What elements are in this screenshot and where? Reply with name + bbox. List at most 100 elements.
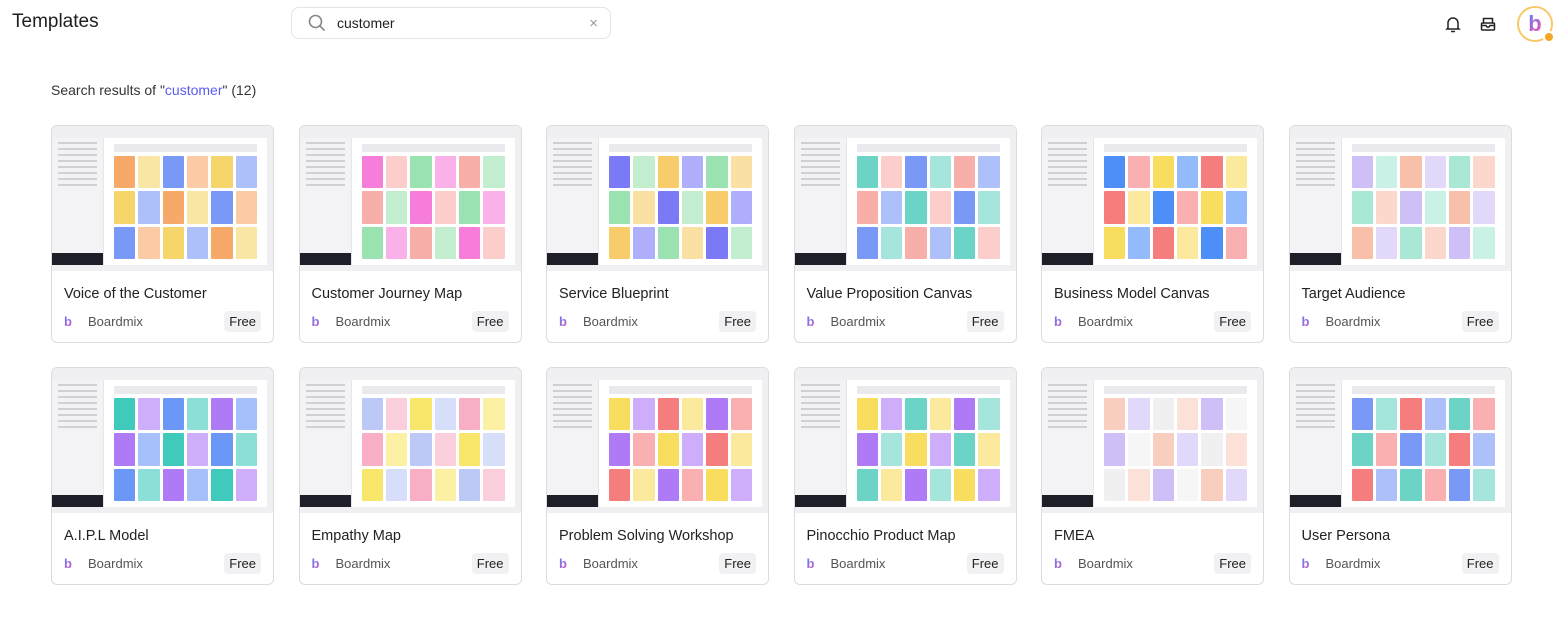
thumbnail-note [1448,156,1471,189]
template-card[interactable]: Value Proposition Canvas b Boardmix Free [793,125,1017,343]
boardmix-logo-icon: b [807,314,821,329]
template-card[interactable]: FMEA b Boardmix Free [1041,367,1264,585]
bell-icon[interactable] [1443,14,1463,34]
thumbnail-note [1177,398,1199,431]
thumbnail-note [905,191,927,224]
thumbnail-note [1225,433,1247,466]
thumbnail-note [235,468,257,501]
thumbnail-note [138,191,160,224]
search-box[interactable]: × [291,7,611,39]
thumbnail-note [1375,226,1398,259]
template-author: Boardmix [1078,556,1133,571]
search-input[interactable] [337,15,590,31]
price-badge: Free [471,553,509,574]
thumbnail-note [880,468,903,501]
thumbnail-note [1152,433,1174,466]
template-thumbnail [1042,126,1263,271]
thumbnail-note [1225,226,1247,259]
template-card[interactable]: Service Blueprint b Boardmix Free [546,125,769,343]
template-name: Problem Solving Workshop [559,528,734,544]
results-count: " (12) [222,82,257,98]
template-name: A.I.P.L Model [64,528,149,544]
boardmix-logo-icon: b [1302,314,1316,329]
thumbnail-note [953,191,976,224]
template-thumbnail [547,126,768,271]
template-card[interactable]: Voice of the Customer b Boardmix Free [51,125,274,343]
price-badge: Free [719,553,756,574]
thumbnail-note [633,226,655,259]
thumbnail-note [657,156,679,189]
template-author: Boardmix [88,556,143,571]
thumbnail-note [434,191,456,224]
thumbnail-note [162,433,184,466]
thumbnail-note [211,226,233,259]
results-query: customer [164,82,223,98]
price-badge: Free [1214,311,1251,332]
thumbnail-note [1201,468,1223,501]
thumbnail-note [483,226,505,259]
inbox-icon[interactable] [1478,14,1498,34]
thumbnail-note [138,468,160,501]
search-results-label: Search results of "customer" (12) [51,82,256,98]
thumbnail-note [361,398,383,431]
thumbnail-note [187,156,209,189]
thumbnail-note [1104,468,1126,501]
thumbnail-note [1400,468,1422,501]
thumbnail-note [953,156,976,189]
thumbnail-note [434,433,456,466]
thumbnail-note [706,226,728,259]
template-card[interactable]: Empathy Map b Boardmix Free [298,367,522,585]
template-card[interactable]: Customer Journey Map b Boardmix Free [298,125,522,343]
thumbnail-note [978,226,1000,259]
thumbnail-note [1201,156,1223,189]
thumbnail-note [657,226,679,259]
thumbnail-note [483,156,505,189]
thumbnail-note [1128,433,1150,466]
user-avatar[interactable]: b [1517,6,1555,43]
thumbnail-note [1351,398,1373,431]
template-card[interactable]: Target Audience b Boardmix Free [1288,125,1512,343]
clear-search-icon[interactable]: × [589,15,598,32]
template-card[interactable]: A.I.P.L Model b Boardmix Free [51,367,274,585]
thumbnail-note [114,398,136,431]
thumbnail-note [483,398,505,431]
template-author: Boardmix [830,556,886,571]
thumbnail-note [706,191,728,224]
thumbnail-note [458,191,481,224]
thumbnail-note [235,156,257,189]
thumbnail-note [211,468,233,501]
thumbnail-note [1177,468,1199,501]
template-card[interactable]: Problem Solving Workshop b Boardmix Free [546,367,769,585]
thumbnail-note [929,226,951,259]
thumbnail-note [905,398,927,431]
price-badge: Free [471,311,509,332]
template-card[interactable]: Pinocchio Product Map b Boardmix Free [793,367,1017,585]
thumbnail-note [458,156,481,189]
boardmix-logo-icon: b [312,556,326,571]
template-grid: Voice of the Customer b Boardmix Free Cust… [51,125,1512,585]
template-author: Boardmix [583,556,638,571]
thumbnail-note [1375,156,1398,189]
thumbnail-note [1351,226,1373,259]
thumbnail-note [880,191,903,224]
thumbnail-note [1424,226,1446,259]
thumbnail-note [458,468,481,501]
thumbnail-note [1201,191,1223,224]
thumbnail-note [953,398,976,431]
boardmix-logo-icon: b [807,556,821,571]
thumbnail-note [211,433,233,466]
template-card[interactable]: Business Model Canvas b Boardmix Free [1041,125,1264,343]
thumbnail-note [682,398,704,431]
price-badge: Free [224,311,261,332]
thumbnail-note [1104,226,1126,259]
template-author: Boardmix [335,314,391,329]
template-card[interactable]: User Persona b Boardmix Free [1288,367,1512,585]
template-thumbnail [547,368,768,513]
thumbnail-note [1473,398,1495,431]
crown-badge-icon [1543,31,1555,43]
thumbnail-note [1128,191,1150,224]
template-thumbnail [52,126,273,271]
thumbnail-note [657,398,679,431]
boardmix-logo-icon: b [1302,556,1316,571]
thumbnail-note [187,398,209,431]
